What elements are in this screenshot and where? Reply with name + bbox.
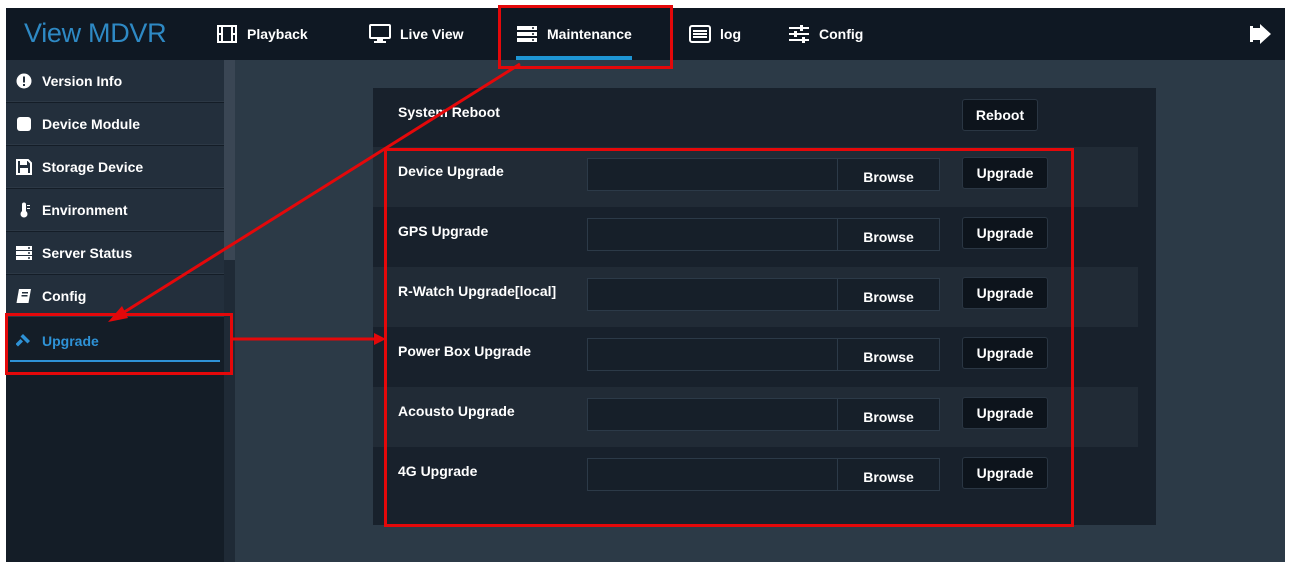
sidebar-item-server-status[interactable]: Server Status: [6, 232, 224, 274]
square-icon: [16, 116, 32, 132]
book-icon: [16, 288, 32, 304]
sidebar-item-label: Version Info: [42, 72, 123, 89]
nav-live-view[interactable]: Live View: [369, 8, 464, 60]
sidebar-item-label: Config: [42, 287, 87, 304]
sidebar-item-device-module[interactable]: Device Module: [6, 103, 224, 145]
nav-label: log: [720, 26, 741, 42]
sidebar-item-environment[interactable]: Environment: [6, 189, 224, 231]
nav-log[interactable]: log: [689, 8, 741, 60]
sidebar-item-label: Environment: [42, 201, 128, 218]
nav-playback[interactable]: Playback: [216, 8, 308, 60]
film-icon: [216, 24, 238, 44]
sidebar: Version Info Device Module Storage Devic…: [6, 60, 224, 562]
highlight-upgrade-section: [384, 148, 1074, 527]
highlight-upgrade-menu: [5, 313, 233, 375]
sidebar-item-label: Device Module: [42, 115, 141, 132]
sidebar-item-storage-device[interactable]: Storage Device: [6, 146, 224, 188]
sidebar-scrollbar[interactable]: [224, 60, 235, 562]
scrollbar-thumb[interactable]: [224, 60, 235, 260]
system-reboot-row: System Reboot Reboot: [373, 88, 1138, 148]
monitor-icon: [369, 24, 391, 44]
info-circle-icon: [16, 73, 32, 89]
nav-label: Playback: [247, 26, 308, 42]
server-icon: [16, 245, 32, 261]
highlight-maintenance-tab: [498, 5, 673, 69]
sidebar-item-label: Server Status: [42, 244, 133, 261]
sidebar-item-version-info[interactable]: Version Info: [6, 60, 224, 102]
row-label: System Reboot: [398, 104, 500, 120]
reboot-button[interactable]: Reboot: [962, 99, 1038, 131]
brand-logo: View MDVR: [24, 18, 167, 48]
sliders-icon: [788, 24, 810, 44]
sidebar-item-label: Storage Device: [42, 158, 144, 175]
sidebar-item-config[interactable]: Config: [6, 275, 224, 317]
nav-label: Config: [819, 26, 864, 42]
sign-out-icon[interactable]: [1249, 22, 1273, 46]
nav-label: Live View: [400, 26, 464, 42]
list-icon: [689, 24, 711, 44]
thermometer-icon: [16, 202, 32, 218]
nav-config[interactable]: Config: [788, 8, 863, 60]
floppy-disk-icon: [16, 158, 32, 175]
